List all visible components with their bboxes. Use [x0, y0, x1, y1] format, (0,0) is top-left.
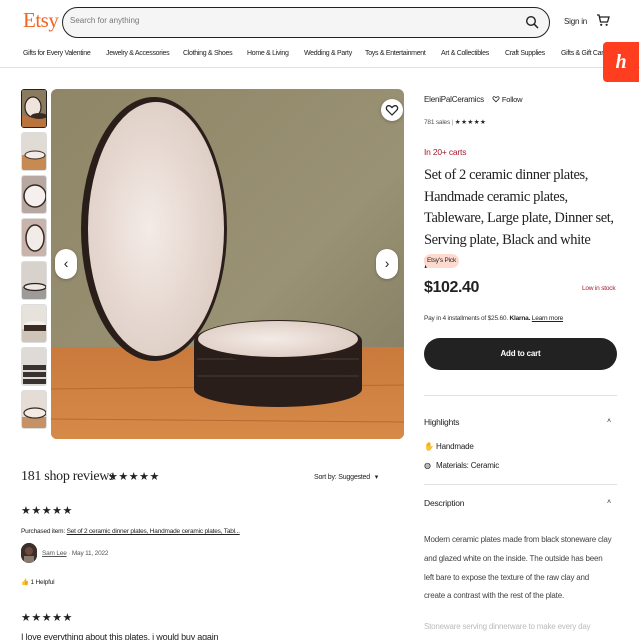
nav-item-valentine[interactable]: Gifts for Every Valentine [23, 50, 91, 57]
purchased-item: Purchased item: Set of 2 ceramic dinner … [21, 528, 240, 535]
purchased-item-link[interactable]: Set of 2 ceramic dinner plates, Handmade… [67, 528, 240, 535]
listing-price: $102.40 [424, 279, 480, 296]
honey-extension-button[interactable]: h [603, 42, 639, 82]
klarna-brand: Klarna. [509, 315, 531, 322]
reviews-heading: 181 shop reviews [21, 469, 115, 484]
review-date: May 11, 2022 [71, 550, 109, 557]
reviews-rating-stars: ★★★★★ [108, 471, 160, 483]
thumbnail-8[interactable] [21, 390, 47, 429]
klarna-info: Pay in 4 installments of $25.60. Klarna.… [424, 315, 563, 322]
shop-sales: 781 sales | ★★★★★ [424, 119, 487, 126]
cart-icon[interactable] [596, 13, 610, 27]
category-nav: Gifts for Every Valentine Jewelry & Acce… [0, 50, 640, 62]
stock-status: Low in stock [582, 285, 616, 292]
next-image-button[interactable]: › [376, 249, 398, 279]
etsy-pick-badge: Etsy's Pick [424, 254, 460, 268]
description-text: Modern ceramic plates made from black st… [424, 531, 618, 606]
avatar[interactable] [21, 543, 37, 563]
sign-in-link[interactable]: Sign in [564, 17, 587, 26]
thumbnail-2[interactable] [21, 132, 47, 171]
description-heading[interactable]: Description [424, 498, 465, 508]
add-to-cart-button[interactable]: Add to cart [424, 338, 617, 370]
description-line: and glazed white on the inside. The outs… [424, 553, 603, 563]
favorite-button[interactable] [381, 99, 403, 121]
divider [424, 484, 617, 485]
header: Etsy Sign in Gifts for Every Valentine J… [0, 0, 640, 68]
klarna-learn-more-link[interactable]: Learn more [532, 315, 563, 322]
highlight-label: Handmade [436, 442, 474, 451]
thumbnail-5[interactable] [21, 261, 47, 300]
sort-label: Sort by: Suggested [314, 474, 370, 481]
search-icon[interactable] [525, 15, 539, 29]
klarna-text: Pay in 4 installments of $25.60. [424, 315, 508, 322]
hand-icon: ✋ [424, 442, 434, 451]
thumbnail-3[interactable] [21, 175, 47, 214]
review-stars: ★★★★★ [21, 612, 73, 624]
search-input[interactable] [70, 16, 510, 25]
thumbnail-4[interactable] [21, 218, 47, 257]
nav-item-toys[interactable]: Toys & Entertainment [365, 50, 426, 57]
nav-item-craft[interactable]: Craft Supplies [505, 50, 545, 57]
review-text: I love everything about this plates, i w… [21, 632, 219, 640]
reviewer-name[interactable]: Sam Lee [42, 550, 67, 557]
sales-count: 781 sales [424, 119, 451, 126]
highlights-heading[interactable]: Highlights [424, 417, 460, 427]
description-line: left bare to expose the texture of the r… [424, 572, 590, 582]
carts-count: In 20+ carts [424, 147, 467, 157]
reviewer-info: Sam Lee · May 11, 2022 [42, 550, 109, 557]
sort-dropdown[interactable]: Sort by: Suggested ▾ [314, 473, 378, 481]
shop-rating-stars: ★★★★★ [454, 119, 487, 126]
nav-item-art[interactable]: Art & Collectibles [441, 50, 489, 57]
chevron-up-icon[interactable]: ˄ [607, 499, 611, 506]
material-icon: ◍ [424, 461, 431, 470]
helpful-button[interactable]: 👍 1 Helpful [21, 578, 55, 586]
description-line: create a contrast with the rest of the p… [424, 591, 564, 601]
nav-item-jewelry[interactable]: Jewelry & Accessories [106, 50, 170, 57]
prev-image-button[interactable]: ‹ [55, 249, 77, 279]
chevron-right-icon: › [384, 255, 390, 271]
thumbnail-6[interactable] [21, 304, 47, 343]
purchased-label: Purchased item: [21, 528, 65, 535]
heart-icon [385, 104, 399, 116]
thumbs-up-icon: 👍 [21, 579, 29, 586]
follow-label: Follow [501, 95, 523, 104]
helpful-count: 1 Helpful [30, 579, 55, 586]
caret-down-icon: ▾ [374, 474, 379, 481]
highlight-handmade: ✋ Handmade [424, 442, 474, 451]
shop-name[interactable]: EleniPalCeramics [424, 95, 484, 104]
highlight-materials: ◍ Materials: Ceramic [424, 461, 499, 470]
thumbnail-1[interactable] [21, 89, 47, 128]
search-bar[interactable] [62, 7, 550, 38]
nav-item-home[interactable]: Home & Living [247, 50, 289, 57]
description-line: Modern ceramic plates made from black st… [424, 535, 612, 544]
chevron-left-icon: ‹ [63, 255, 69, 271]
etsy-logo[interactable]: Etsy [23, 8, 59, 33]
chevron-up-icon[interactable]: ˄ [607, 418, 611, 425]
main-product-image[interactable] [51, 89, 404, 439]
review-stars: ★★★★★ [21, 505, 73, 517]
follow-button[interactable]: Follow [492, 95, 523, 104]
nav-item-clothing[interactable]: Clothing & Shoes [183, 50, 233, 57]
thumbnail-list [21, 89, 48, 433]
highlight-label: Materials: Ceramic [436, 461, 500, 470]
heart-icon [492, 96, 500, 103]
nav-item-wedding[interactable]: Wedding & Party [304, 50, 352, 57]
divider [424, 395, 617, 396]
description-faded-line: Stoneware serving dinnerware to make eve… [424, 622, 591, 631]
thumbnail-7[interactable] [21, 347, 47, 386]
